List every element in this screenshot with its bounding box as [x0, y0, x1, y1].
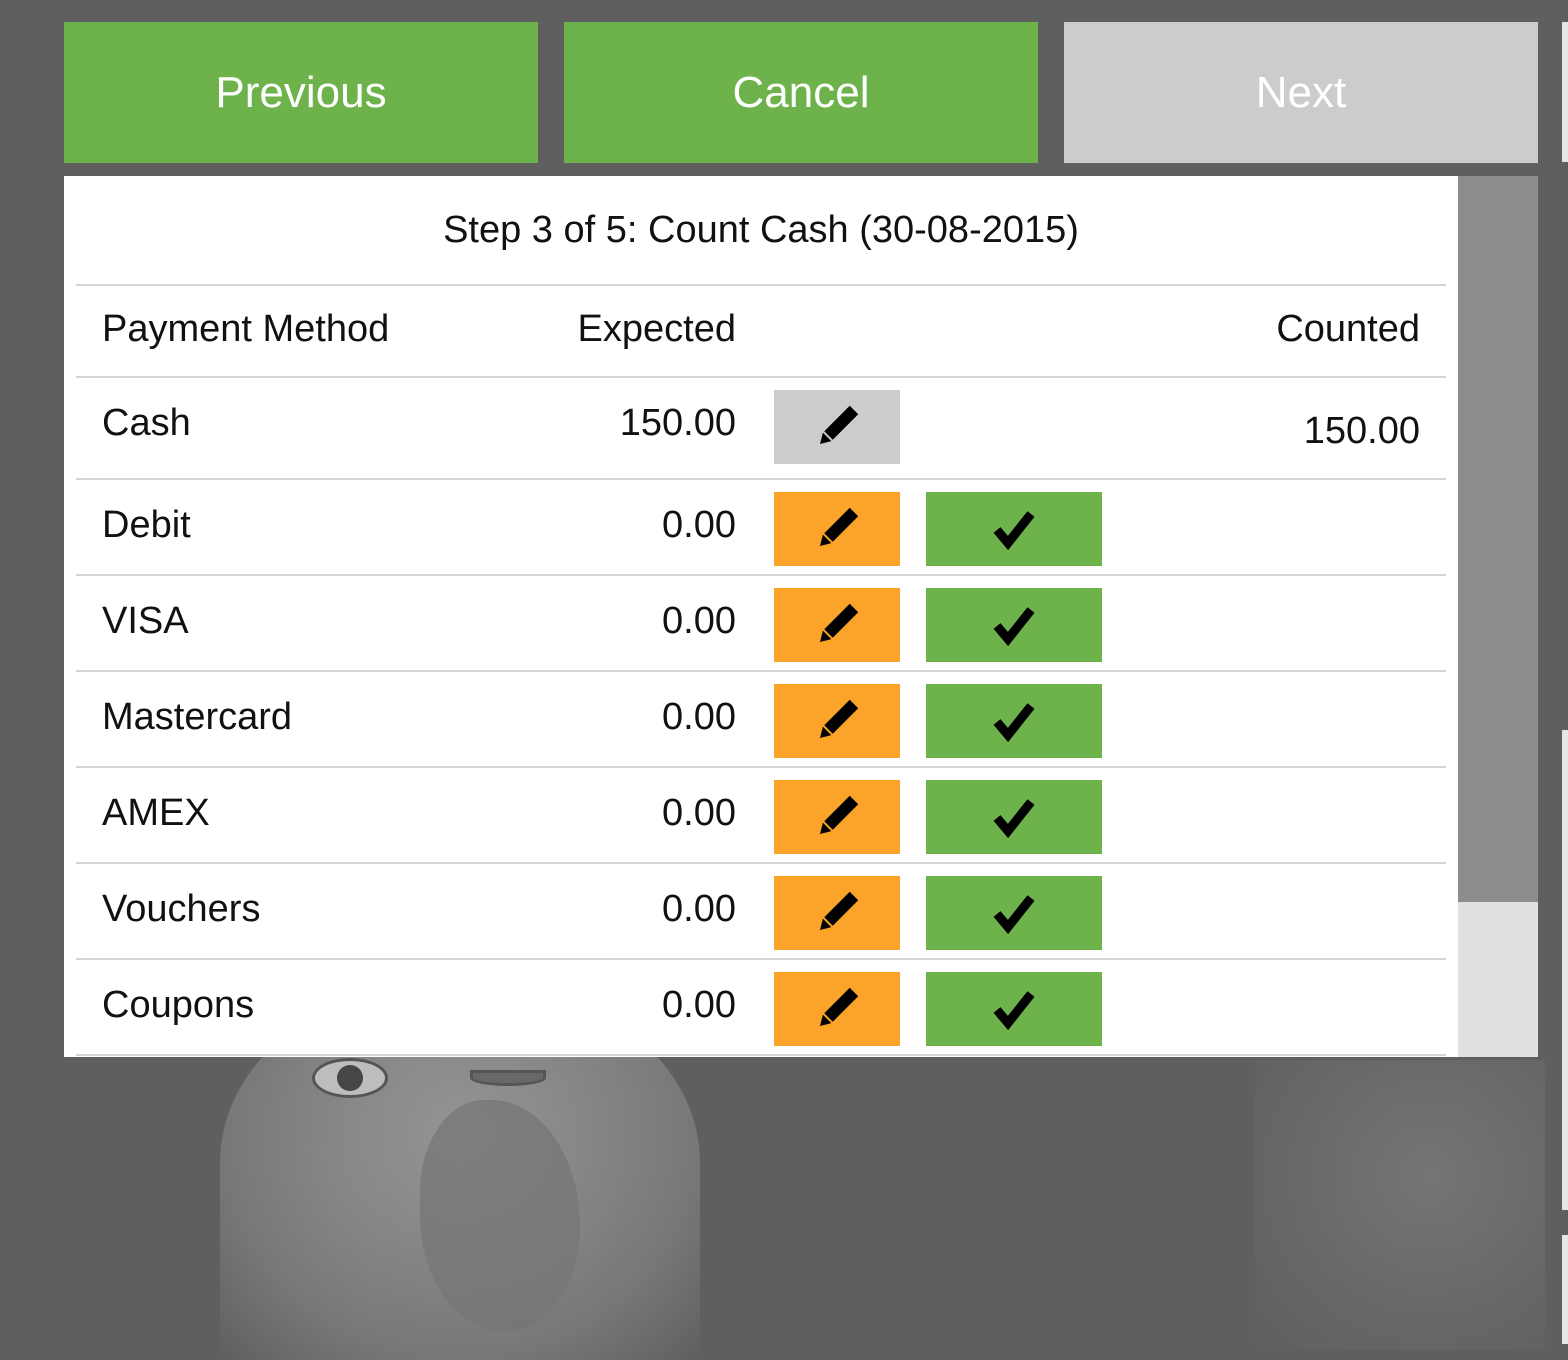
expected-amount: 0.00	[662, 504, 736, 546]
cancel-button[interactable]: Cancel	[564, 22, 1038, 163]
scrollbar-track[interactable]	[1458, 902, 1538, 1057]
payment-method-label: Cash	[102, 402, 191, 444]
counted-amount: 150.00	[1303, 410, 1420, 452]
edit-button[interactable]	[774, 390, 900, 464]
checkmark-icon	[991, 794, 1037, 840]
pencil-icon	[811, 791, 863, 843]
edit-button[interactable]	[774, 972, 900, 1046]
background-patch	[420, 1100, 580, 1330]
next-button[interactable]: Next	[1064, 22, 1538, 163]
pencil-icon	[811, 983, 863, 1035]
payment-method-label: AMEX	[102, 792, 210, 834]
confirm-button[interactable]	[926, 972, 1102, 1046]
table-row: Vouchers 0.00	[76, 864, 1446, 960]
expected-amount: 150.00	[619, 402, 736, 444]
background-image-secondary	[1255, 1060, 1545, 1350]
expected-amount: 0.00	[662, 984, 736, 1026]
count-cash-dialog: Step 3 of 5: Count Cash (30-08-2015) Pay…	[64, 176, 1458, 1057]
payment-method-label: Mastercard	[102, 696, 293, 738]
previous-button[interactable]: Previous	[64, 22, 538, 163]
edit-button[interactable]	[774, 588, 900, 662]
confirm-button[interactable]	[926, 780, 1102, 854]
expected-amount: 0.00	[662, 696, 736, 738]
background-eye	[312, 1058, 388, 1098]
edge-strip	[1562, 22, 1568, 162]
table-row: Coupons 0.00	[76, 960, 1446, 1056]
table-row: AMEX 0.00	[76, 768, 1446, 864]
column-header-expected: Expected	[577, 308, 736, 350]
payment-method-label: VISA	[102, 600, 189, 642]
confirm-button[interactable]	[926, 492, 1102, 566]
pencil-icon	[811, 599, 863, 651]
column-header-payment-method: Payment Method	[102, 308, 390, 350]
checkmark-icon	[991, 986, 1037, 1032]
expected-amount: 0.00	[662, 888, 736, 930]
edit-button[interactable]	[774, 684, 900, 758]
pencil-icon	[811, 503, 863, 555]
edit-button[interactable]	[774, 492, 900, 566]
edit-button[interactable]	[774, 780, 900, 854]
payment-method-label: Debit	[102, 504, 191, 546]
edit-button[interactable]	[774, 876, 900, 950]
expected-amount: 0.00	[662, 792, 736, 834]
table-row: Cash 150.00 150.00	[76, 378, 1446, 480]
checkmark-icon	[991, 506, 1037, 552]
expected-amount: 0.00	[662, 600, 736, 642]
payment-method-label: Vouchers	[102, 888, 261, 930]
confirm-button[interactable]	[926, 588, 1102, 662]
scrollbar-thumb[interactable]	[1458, 176, 1538, 902]
edge-strip	[1562, 1235, 1568, 1344]
payment-methods-table: Cash 150.00 150.00 Debit 0.00 VISA 0.00	[76, 378, 1446, 1056]
checkmark-icon	[991, 602, 1037, 648]
edge-strip	[1562, 730, 1568, 1210]
pencil-icon	[811, 887, 863, 939]
checkmark-icon	[991, 698, 1037, 744]
table-header: Payment Method Expected Counted	[76, 286, 1446, 378]
payment-method-label: Coupons	[102, 984, 255, 1026]
background-eye-closed	[470, 1070, 546, 1086]
column-header-counted: Counted	[1276, 308, 1420, 350]
pencil-icon	[811, 401, 863, 453]
table-row: Debit 0.00	[76, 480, 1446, 576]
confirm-button[interactable]	[926, 876, 1102, 950]
pencil-icon	[811, 695, 863, 747]
checkmark-icon	[991, 890, 1037, 936]
dialog-title: Step 3 of 5: Count Cash (30-08-2015)	[76, 176, 1446, 286]
confirm-button[interactable]	[926, 684, 1102, 758]
table-row: Mastercard 0.00	[76, 672, 1446, 768]
table-row: VISA 0.00	[76, 576, 1446, 672]
